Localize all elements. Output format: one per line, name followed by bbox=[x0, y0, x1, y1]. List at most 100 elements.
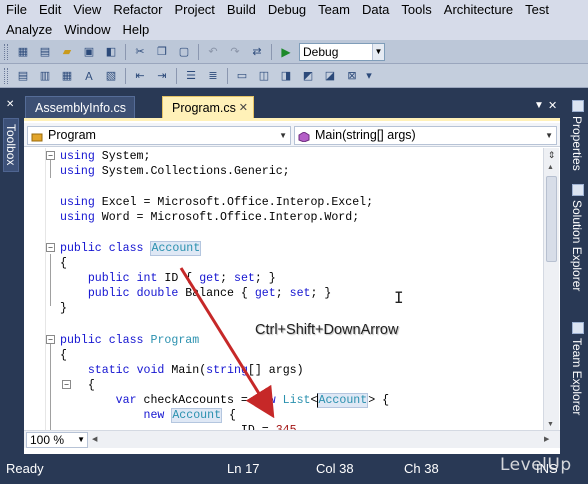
pin-icon[interactable]: ✕ bbox=[6, 99, 14, 110]
clear-bookmarks-icon[interactable]: ⊠ bbox=[342, 67, 362, 85]
toolbar-options-icon[interactable]: ▾ bbox=[364, 67, 374, 85]
menu-debug[interactable]: Debug bbox=[262, 1, 312, 20]
chevron-down-icon[interactable]: ▼ bbox=[372, 43, 384, 60]
properties-tab[interactable]: Properties bbox=[566, 96, 584, 178]
collapse-icon[interactable]: − bbox=[46, 243, 55, 252]
types-combo[interactable]: Program ▼ bbox=[27, 126, 291, 145]
complete-word-icon[interactable]: Ａ bbox=[79, 67, 99, 85]
outdent-icon[interactable]: ⇤ bbox=[130, 67, 150, 85]
scrollbar-thumb[interactable] bbox=[546, 176, 557, 262]
menu-tools[interactable]: Tools bbox=[395, 1, 437, 20]
next-bookmark-folder-icon[interactable]: ◪ bbox=[320, 67, 340, 85]
toolbox-tab[interactable]: Toolbox bbox=[3, 118, 19, 172]
solution-explorer-icon bbox=[572, 184, 584, 196]
scroll-right-icon[interactable]: ▶ bbox=[544, 435, 549, 443]
close-icon[interactable]: ✕ bbox=[239, 97, 248, 119]
menu-file[interactable]: File bbox=[0, 1, 33, 20]
tab-label: Program.cs bbox=[172, 101, 236, 115]
code-line: using Word = Microsoft.Office.Interop.Wo… bbox=[60, 211, 360, 224]
undo-icon[interactable]: ↶ bbox=[203, 43, 223, 61]
annotation-text: Ctrl+Shift+DownArrow bbox=[255, 322, 399, 338]
zoom-combo[interactable]: 100 % ▼ bbox=[26, 432, 88, 448]
navigate-icon[interactable]: ⇄ bbox=[247, 43, 267, 61]
vertical-scrollbar[interactable]: ⇕ ▲ ▼ bbox=[543, 148, 559, 430]
redo-icon[interactable]: ↷ bbox=[225, 43, 245, 61]
copy-icon[interactable]: ❐ bbox=[152, 43, 172, 61]
start-debugging-icon[interactable]: ▶ bbox=[276, 43, 296, 61]
paste-icon[interactable]: ▢ bbox=[174, 43, 194, 61]
parameter-info-icon[interactable]: ▥ bbox=[35, 67, 55, 85]
code-text-area[interactable]: − − − − using System; using System.Colle… bbox=[24, 148, 542, 430]
toolbox-tab-label: Toolbox bbox=[4, 124, 18, 166]
scroll-up-icon[interactable]: ▲ bbox=[547, 164, 554, 171]
save-icon[interactable]: ▣ bbox=[79, 43, 99, 61]
status-char: Ch 38 bbox=[404, 461, 439, 476]
zoom-value: 100 % bbox=[30, 433, 65, 447]
prev-bookmark-folder-icon[interactable]: ◩ bbox=[298, 67, 318, 85]
code-line: using Excel = Microsoft.Office.Interop.E… bbox=[60, 196, 374, 209]
members-combo[interactable]: Main(string[] args) ▼ bbox=[294, 126, 557, 145]
menu-window[interactable]: Window bbox=[58, 21, 116, 40]
navigation-bar: Program ▼ Main(string[] args) ▼ bbox=[24, 123, 560, 147]
uncomment-icon[interactable]: ≣ bbox=[203, 67, 223, 85]
team-explorer-tab[interactable]: Team Explorer bbox=[566, 318, 584, 418]
splitter-icon[interactable]: ⇕ bbox=[546, 150, 557, 161]
display-word-icon[interactable]: ▧ bbox=[101, 67, 121, 85]
bookmark-icon[interactable]: ▭ bbox=[232, 67, 252, 85]
scroll-left-icon[interactable]: ◀ bbox=[92, 435, 97, 443]
menu-edit[interactable]: Edit bbox=[33, 1, 67, 20]
menu-test[interactable]: Test bbox=[519, 1, 555, 20]
solution-configuration-value: Debug bbox=[303, 44, 339, 59]
code-line: public class Program bbox=[60, 334, 200, 347]
collapse-icon[interactable]: − bbox=[46, 151, 55, 160]
chevron-down-icon[interactable]: ▼ bbox=[279, 127, 287, 144]
code-line: public double Balance { get; set; } bbox=[87, 287, 332, 300]
code-line: static void Main(string[] args) bbox=[87, 364, 304, 377]
toolbar-grip[interactable] bbox=[4, 43, 8, 60]
collapse-icon[interactable]: − bbox=[46, 335, 55, 344]
tab-program[interactable]: Program.cs ✕ bbox=[162, 96, 254, 118]
team-explorer-icon bbox=[572, 322, 584, 334]
menu-build[interactable]: Build bbox=[221, 1, 262, 20]
scroll-down-icon[interactable]: ▼ bbox=[547, 421, 554, 428]
menu-analyze[interactable]: Analyze bbox=[0, 21, 58, 40]
close-document-icon[interactable]: ✕ bbox=[548, 99, 557, 112]
toolbar-separator bbox=[198, 43, 199, 60]
code-line: { bbox=[60, 349, 67, 362]
solution-configuration-combo[interactable]: Debug ▼ bbox=[299, 42, 385, 61]
outline-guide bbox=[50, 344, 51, 430]
menu-architecture[interactable]: Architecture bbox=[438, 1, 519, 20]
next-bookmark-icon[interactable]: ◨ bbox=[276, 67, 296, 85]
standard-toolbar: ▦ ▤ ▰ ▣ ◧ ✂ ❐ ▢ ↶ ↷ ⇄ ▶ Debug ▼ bbox=[0, 40, 588, 64]
members-combo-value: Main(string[] args) bbox=[315, 128, 416, 142]
tab-assemblyinfo[interactable]: AssemblyInfo.cs bbox=[25, 96, 135, 118]
object-members-icon[interactable]: ▤ bbox=[13, 67, 33, 85]
save-all-icon[interactable]: ◧ bbox=[101, 43, 121, 61]
cut-icon[interactable]: ✂ bbox=[130, 43, 150, 61]
toolbar-grip[interactable] bbox=[4, 67, 8, 84]
comment-out-icon[interactable]: ☰ bbox=[181, 67, 201, 85]
new-project-icon[interactable]: ▦ bbox=[13, 43, 33, 61]
add-item-icon[interactable]: ▤ bbox=[35, 43, 55, 61]
open-file-icon[interactable]: ▰ bbox=[57, 43, 77, 61]
menu-data[interactable]: Data bbox=[356, 1, 395, 20]
toolbar-separator bbox=[125, 67, 126, 84]
menu-team[interactable]: Team bbox=[312, 1, 356, 20]
chevron-down-icon[interactable]: ▼ bbox=[77, 433, 85, 447]
class-icon bbox=[31, 130, 43, 142]
menu-help[interactable]: Help bbox=[117, 21, 156, 40]
code-line: } bbox=[60, 302, 67, 315]
chevron-down-icon[interactable]: ▼ bbox=[545, 127, 553, 144]
properties-tab-label: Properties bbox=[570, 116, 584, 171]
menu-refactor[interactable]: Refactor bbox=[107, 1, 168, 20]
menu-project[interactable]: Project bbox=[168, 1, 220, 20]
watermark: LevelUp bbox=[500, 455, 572, 475]
indent-icon[interactable]: ⇥ bbox=[152, 67, 172, 85]
quick-info-icon[interactable]: ▦ bbox=[57, 67, 77, 85]
status-line: Ln 17 bbox=[227, 461, 260, 476]
solution-explorer-tab[interactable]: Solution Explorer bbox=[566, 180, 584, 310]
prev-bookmark-icon[interactable]: ◫ bbox=[254, 67, 274, 85]
indicator-margin bbox=[24, 148, 46, 430]
menu-row-2: Analyze Window Help bbox=[0, 21, 155, 40]
menu-view[interactable]: View bbox=[67, 1, 107, 20]
